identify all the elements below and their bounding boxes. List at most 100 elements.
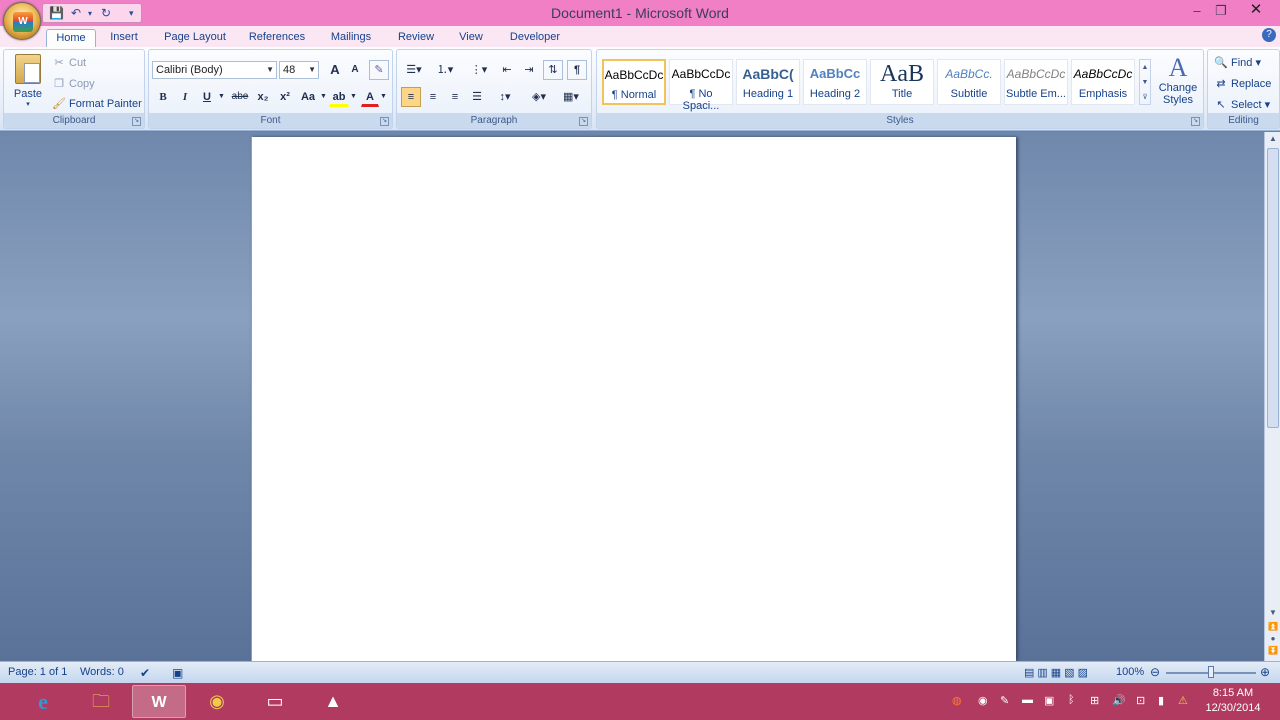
scroll-up-icon[interactable]: ▲ — [1267, 134, 1279, 146]
media-app-icon[interactable]: ▲ — [306, 685, 360, 718]
restore-button[interactable]: ❐ — [1207, 3, 1235, 19]
network-icon[interactable]: ⊞ — [1090, 694, 1099, 707]
zoom-in-icon[interactable]: ⊕ — [1260, 665, 1270, 679]
change-styles-button[interactable]: A Change Styles — [1155, 54, 1201, 107]
zoom-out-icon[interactable]: ⊖ — [1150, 665, 1160, 679]
page-count[interactable]: Page: 1 of 1 — [8, 666, 67, 678]
tray-app-icon[interactable]: ◍ — [952, 694, 962, 707]
word-count[interactable]: Words: 0 — [80, 666, 124, 678]
align-left-icon[interactable]: ≡ — [401, 87, 421, 107]
style-subtitle[interactable]: AaBbCc. Subtitle — [937, 59, 1001, 105]
justify-icon[interactable]: ☰ — [467, 87, 487, 107]
vertical-scrollbar[interactable]: ▲ ▼ ⏫ ● ⏬ — [1264, 132, 1280, 661]
office-button[interactable]: W — [3, 2, 41, 40]
paragraph-launcher-icon[interactable]: ↘ — [579, 117, 588, 126]
format-painter-button[interactable]: 🖌 Format Painter — [52, 97, 142, 110]
chevron-down-icon[interactable]: ▼ — [379, 87, 387, 107]
window-app-icon[interactable]: ▭ — [248, 685, 302, 718]
align-right-icon[interactable]: ≡ — [445, 87, 465, 107]
style-heading-2[interactable]: AaBbCc Heading 2 — [803, 59, 867, 105]
document-page[interactable] — [251, 137, 1016, 661]
zoom-level[interactable]: 100% — [1116, 666, 1144, 678]
customize-qat-icon[interactable]: ▾ — [129, 8, 134, 19]
style-subtle-emphasis[interactable]: AaBbCcDc Subtle Em... — [1004, 59, 1068, 105]
bold-button[interactable]: B — [153, 87, 173, 107]
proofing-icon[interactable]: ✔ — [140, 666, 150, 680]
battery-icon[interactable]: ▮ — [1158, 694, 1164, 707]
chrome-tray-icon[interactable]: ◉ — [978, 694, 988, 707]
scroll-down-icon[interactable]: ▼ — [1267, 608, 1279, 620]
save-icon[interactable]: 💾 — [49, 6, 64, 20]
style-heading-1[interactable]: AaBbC( Heading 1 — [736, 59, 800, 105]
file-explorer-icon[interactable]: 🗀 — [74, 685, 128, 718]
decrease-indent-icon[interactable]: ⇤ — [497, 60, 517, 80]
style-emphasis[interactable]: AaBbCcDc Emphasis — [1071, 59, 1135, 105]
superscript-button[interactable]: x² — [275, 87, 295, 107]
font-launcher-icon[interactable]: ↘ — [380, 117, 389, 126]
tab-page-layout[interactable]: Page Layout — [158, 29, 232, 47]
italic-button[interactable]: I — [175, 87, 195, 107]
redo-icon[interactable]: ↻ — [101, 6, 111, 20]
tab-view[interactable]: View — [452, 29, 490, 47]
tray-monitor-icon[interactable]: ▣ — [1044, 694, 1054, 707]
underline-button[interactable]: U — [197, 87, 217, 107]
browse-object-icon[interactable]: ● — [1267, 634, 1279, 646]
sort-icon[interactable]: ⇅ — [543, 60, 563, 80]
multilevel-list-icon[interactable]: ⋮▾ — [465, 60, 493, 80]
tab-mailings[interactable]: Mailings — [322, 29, 380, 47]
font-name-dropdown[interactable]: Calibri (Body) ▼ — [152, 61, 277, 79]
tray-icon[interactable]: ⊡ — [1136, 694, 1145, 707]
font-color-button[interactable]: A — [361, 87, 379, 107]
volume-icon[interactable]: 🔊 — [1112, 694, 1126, 707]
tab-home[interactable]: Home — [46, 29, 96, 47]
clipboard-launcher-icon[interactable]: ↘ — [132, 117, 141, 126]
shading-icon[interactable]: ◈▾ — [525, 87, 553, 107]
chevron-down-icon[interactable]: ▼ — [349, 87, 357, 107]
grow-font-button[interactable]: A — [325, 60, 345, 80]
view-buttons-icon[interactable]: ▤▥▦▧▨ — [1024, 666, 1091, 679]
font-size-dropdown[interactable]: 48 ▼ — [279, 61, 319, 79]
chevron-down-icon[interactable]: ▼ — [319, 87, 327, 107]
cut-button[interactable]: ✂ Cut — [52, 56, 86, 69]
chrome-icon[interactable]: ◉ — [190, 685, 244, 718]
internet-explorer-icon[interactable]: e — [16, 685, 70, 718]
scroll-thumb[interactable] — [1267, 148, 1279, 428]
bullets-icon[interactable]: ☰▾ — [401, 60, 427, 80]
select-button[interactable]: ↖ Select ▾ — [1214, 98, 1270, 111]
tab-review[interactable]: Review — [392, 29, 440, 47]
style-normal[interactable]: AaBbCcDc ¶ Normal — [602, 59, 666, 105]
increase-indent-icon[interactable]: ⇥ — [519, 60, 539, 80]
chevron-down-icon[interactable]: ▼ — [217, 87, 225, 107]
macro-record-icon[interactable]: ▣ — [172, 666, 183, 680]
show-formatting-icon[interactable]: ¶ — [567, 60, 587, 80]
previous-page-icon[interactable]: ⏫ — [1267, 622, 1279, 634]
styles-launcher-icon[interactable]: ↘ — [1191, 117, 1200, 126]
next-page-icon[interactable]: ⏬ — [1267, 646, 1279, 658]
paste-button[interactable]: Paste ▾ — [8, 52, 48, 114]
close-button[interactable]: ✕ — [1232, 0, 1280, 20]
subscript-button[interactable]: x₂ — [253, 87, 273, 107]
style-title[interactable]: AaB Title — [870, 59, 934, 105]
find-button[interactable]: 🔍 Find ▾ — [1214, 56, 1261, 69]
style-no-spacing[interactable]: AaBbCcDc ¶ No Spaci... — [669, 59, 733, 112]
styles-gallery-scroll[interactable]: ▲ ▼ ⊽ — [1139, 59, 1151, 105]
numbering-icon[interactable]: ⒈▾ — [431, 60, 459, 80]
zoom-slider-thumb[interactable] — [1208, 666, 1214, 678]
replace-button[interactable]: ⇄ Replace — [1214, 77, 1271, 90]
tab-developer[interactable]: Developer — [502, 29, 568, 47]
clear-formatting-button[interactable]: ✎ — [369, 60, 389, 80]
help-icon[interactable]: ? — [1262, 28, 1276, 42]
tab-insert[interactable]: Insert — [102, 29, 146, 47]
change-case-button[interactable]: Aa — [297, 87, 319, 107]
tray-edit-icon[interactable]: ✎ — [1000, 694, 1009, 707]
tab-references[interactable]: References — [244, 29, 310, 47]
copy-button[interactable]: ❐ Copy — [52, 77, 95, 90]
tray-window-icon[interactable]: ▬ — [1022, 694, 1033, 706]
clock[interactable]: 8:15 AM 12/30/2014 — [1196, 686, 1270, 716]
word-taskbar-icon[interactable]: W — [132, 685, 186, 718]
undo-dropdown-icon[interactable]: ▾ — [88, 9, 92, 18]
strikethrough-button[interactable]: abe — [229, 87, 251, 107]
undo-icon[interactable]: ↶ — [71, 6, 81, 20]
borders-icon[interactable]: ▦▾ — [557, 87, 585, 107]
line-spacing-icon[interactable]: ↕▾ — [491, 87, 519, 107]
